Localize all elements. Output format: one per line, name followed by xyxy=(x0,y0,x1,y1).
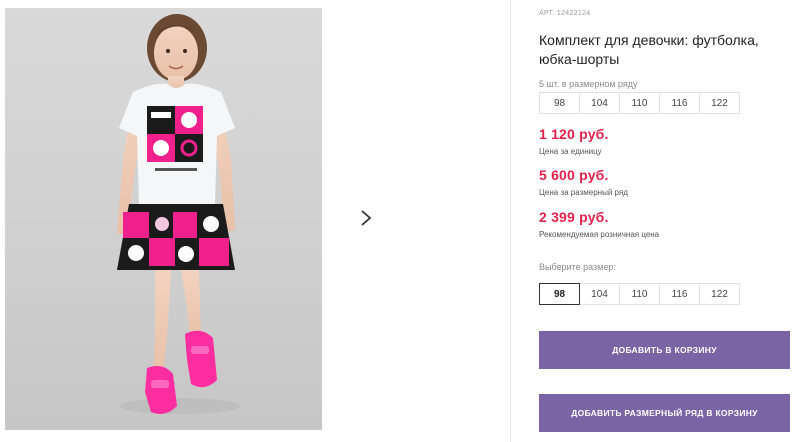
row-price-note: Цена за размерный ряд xyxy=(539,188,628,197)
retail-price-note: Рекомендуемая розничная цена xyxy=(539,230,660,239)
size-option-104[interactable]: 104 xyxy=(579,283,620,305)
unit-price: 1 120 руб. xyxy=(539,126,609,142)
size-row-list: 98 104 110 116 122 xyxy=(539,92,740,114)
row-price: 5 600 руб. xyxy=(539,167,609,183)
product-title: Комплект для девочки: футболка, юбка-шор… xyxy=(539,32,759,67)
size-row-item: 110 xyxy=(619,92,660,114)
size-selector: 98 104 110 116 122 xyxy=(539,283,740,305)
size-row-item: 122 xyxy=(699,92,740,114)
panel-divider xyxy=(510,0,511,442)
size-option-98[interactable]: 98 xyxy=(539,283,580,305)
add-to-cart-button[interactable]: ДОБАВИТЬ В КОРЗИНУ xyxy=(539,331,790,369)
gallery-next-button[interactable] xyxy=(346,198,386,238)
size-option-116[interactable]: 116 xyxy=(659,283,700,305)
product-gallery xyxy=(0,0,510,442)
size-row-item: 104 xyxy=(579,92,620,114)
retail-price: 2 399 руб. xyxy=(539,209,609,225)
article-label: АРТ. xyxy=(539,10,555,17)
size-row-item: 98 xyxy=(539,92,580,114)
size-option-122[interactable]: 122 xyxy=(699,283,740,305)
product-photo-illustration xyxy=(117,14,240,414)
size-option-110[interactable]: 110 xyxy=(619,283,660,305)
size-row-label: 5 шт. в размерном ряду xyxy=(539,79,638,89)
article-value: 12422124 xyxy=(556,10,591,17)
choose-size-label: Выберите размер: xyxy=(539,262,616,272)
chevron-right-icon xyxy=(361,210,372,226)
article-number: АРТ. 12422124 xyxy=(539,10,590,17)
size-row-item: 116 xyxy=(659,92,700,114)
add-size-row-to-cart-button[interactable]: ДОБАВИТЬ РАЗМЕРНЫЙ РЯД В КОРЗИНУ xyxy=(539,394,790,432)
product-photo[interactable] xyxy=(5,8,322,430)
unit-price-note: Цена за единицу xyxy=(539,147,602,156)
product-info-panel: АРТ. 12422124 Комплект для девочки: футб… xyxy=(539,0,794,442)
